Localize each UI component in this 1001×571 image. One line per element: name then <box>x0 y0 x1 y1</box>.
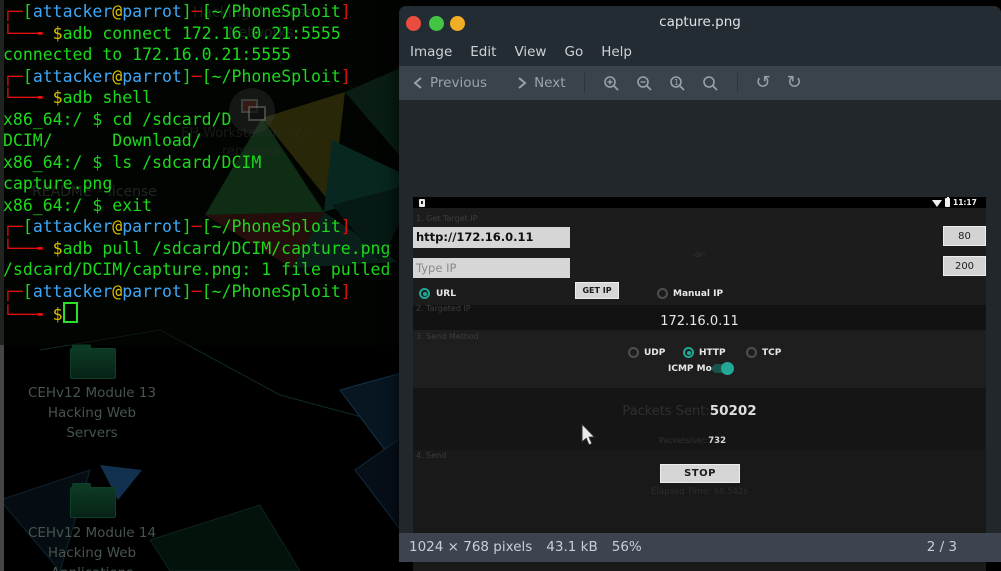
chevron-left-icon <box>413 76 423 90</box>
packets-sent-value: 50202 <box>710 403 757 419</box>
svg-text:1: 1 <box>674 78 679 87</box>
folder-label: CEHv12 Module 13 Hacking Web Servers <box>12 383 172 443</box>
packets-sent-label: Packets Sent: <box>622 404 709 419</box>
android-statusbar: 11:17 <box>413 197 986 208</box>
folder-label: CEHv12 Module 14 Hacking Web Application… <box>12 523 172 571</box>
zoom-out-button[interactable] <box>628 75 661 92</box>
normal-size-icon: 1 <box>669 75 686 92</box>
image-page-indicator: 2 / 3 <box>927 539 957 555</box>
desktop: Hacking Wireless Networks README license… <box>0 0 1001 571</box>
menu-image[interactable]: Image <box>401 40 461 66</box>
url-radio <box>419 288 430 299</box>
get-ip-button: GET IP <box>575 282 619 299</box>
url-radio-label: URL <box>436 289 456 299</box>
next-button[interactable]: Next <box>509 75 573 91</box>
viewer-statusbar: 1024 × 768 pixels 43.1 kB 56% 2 / 3 <box>399 533 1001 562</box>
menu-help[interactable]: Help <box>592 40 641 66</box>
zoom-in-icon <box>603 75 620 92</box>
packets-rate-label: Packets/sec: <box>659 436 708 445</box>
menu-edit[interactable]: Edit <box>461 40 505 66</box>
menubar: Image Edit View Go Help <box>399 40 1001 66</box>
port-field-top: 80 <box>943 226 986 246</box>
manual-ip-radio <box>657 288 668 299</box>
type-ip-field: Type IP <box>413 258 570 278</box>
tcp-radio-label: TCP <box>762 348 781 358</box>
titlebar[interactable]: capture.png <box>399 6 1001 40</box>
viewer-image-android-screenshot: 11:17 1. Get Target IP http://172.16.0.1… <box>413 197 986 571</box>
rotate-left-icon: ↺ <box>756 74 771 92</box>
menu-go[interactable]: Go <box>555 40 592 66</box>
image-filesize: 43.1 kB <box>546 539 597 555</box>
folder-icon <box>70 487 116 518</box>
packets-rate-value: 732 <box>708 436 726 446</box>
best-fit-icon <box>702 75 719 92</box>
http-radio <box>683 347 694 358</box>
toolbar-separator <box>584 73 585 93</box>
udp-radio <box>628 347 639 358</box>
url-field: http://172.16.0.11 <box>413 227 570 248</box>
best-fit-button[interactable] <box>694 75 727 92</box>
target-ip-value: 172.16.0.11 <box>413 314 986 329</box>
zoom-level: 56% <box>612 539 642 555</box>
section2-label: 2. Targeted IP <box>416 304 471 313</box>
wifi-icon <box>932 198 942 207</box>
elapsed-time: Elapsed Time: 68.542s <box>413 487 986 497</box>
viewer-canvas: 11:17 1. Get Target IP http://172.16.0.1… <box>399 100 1001 533</box>
image-dimensions: 1024 × 768 pixels <box>409 539 532 555</box>
folder-icon <box>70 348 116 379</box>
section4-label: 4. Send <box>416 451 446 460</box>
terminal-output: ┌─[attacker@parrot]─[~/PhoneSploit]└──╼ … <box>3 1 390 326</box>
udp-radio-label: UDP <box>644 348 665 358</box>
terminal-window[interactable]: ┌─[attacker@parrot]─[~/PhoneSploit]└──╼ … <box>0 0 410 345</box>
mouse-cursor <box>581 424 597 447</box>
manual-ip-radio-label: Manual IP <box>673 289 723 299</box>
previous-button[interactable]: Previous <box>405 75 495 91</box>
http-radio-label: HTTP <box>699 348 726 358</box>
rotate-right-icon: ↻ <box>787 74 802 92</box>
packets-sent-row: Packets Sent: 50202 <box>403 403 976 419</box>
or-text: -or- <box>692 250 706 259</box>
icmp-toggle-knob <box>721 362 734 375</box>
section-bg <box>413 330 986 388</box>
android-clock: 11:17 <box>953 198 977 207</box>
window-title: capture.png <box>399 14 1001 30</box>
stop-button: STOP <box>660 464 740 483</box>
chevron-right-icon <box>517 76 527 90</box>
packets-rate-row: Packets/sec: 732 <box>406 436 979 446</box>
notification-icon <box>419 199 425 207</box>
toolbar: Previous Next <box>399 66 1001 100</box>
zoom-in-button[interactable] <box>595 75 628 92</box>
section3-label: 3. Send Method <box>416 332 479 341</box>
rotate-left-button[interactable]: ↺ <box>748 74 779 92</box>
toolbar-separator <box>737 73 738 93</box>
normal-size-button[interactable]: 1 <box>661 75 694 92</box>
battery-icon <box>945 198 950 207</box>
section1-label: 1. Get Target IP <box>416 214 477 223</box>
tcp-radio <box>746 347 757 358</box>
rotate-right-button[interactable]: ↻ <box>779 74 810 92</box>
zoom-out-icon <box>636 75 653 92</box>
menu-view[interactable]: View <box>505 40 555 66</box>
port-field-bottom: 200 <box>943 256 986 276</box>
image-viewer-window: capture.png Image Edit View Go Help Prev… <box>399 6 1001 562</box>
